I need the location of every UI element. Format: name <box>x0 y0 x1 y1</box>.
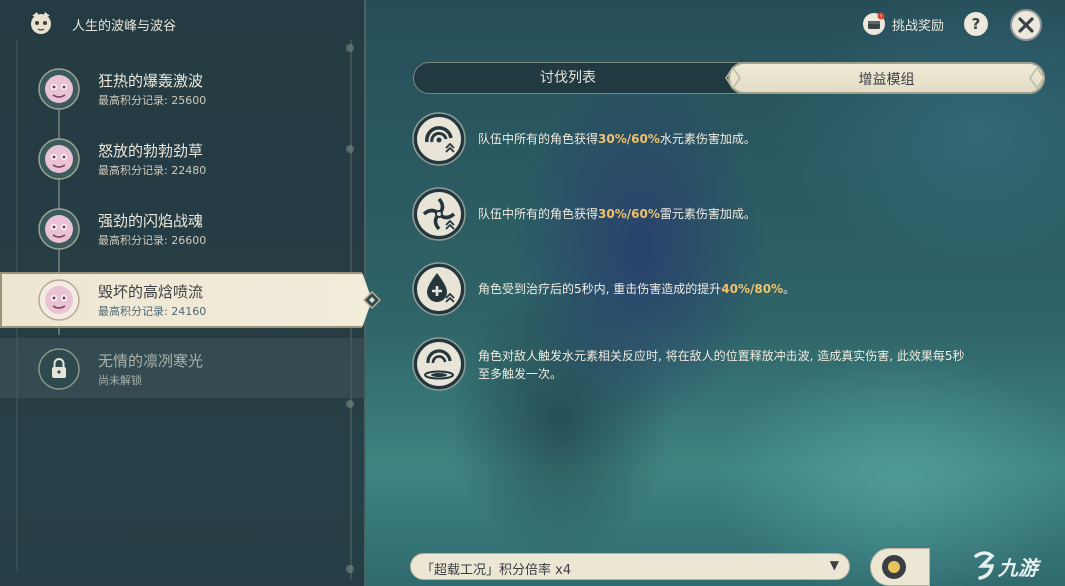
reward-chest-icon: ! <box>863 12 885 35</box>
rail-dot <box>346 565 354 573</box>
rail-dot <box>346 400 354 408</box>
challenge-reward-button[interactable]: ! 挑战奖励 <box>862 12 944 36</box>
multiplier-label: 「超载工况」积分倍率 x4 <box>421 563 572 578</box>
challenge-badge-icon <box>38 279 80 321</box>
buff-description: 角色受到治疗后的5秒内, 重击伤害造成的提升40%/80%。 <box>478 282 796 296</box>
score-multiplier-select[interactable]: 「超载工况」积分倍率 x4 ▼ <box>410 553 850 580</box>
buff-description: 队伍中所有的角色获得30%/60%水元素伤害加成。 <box>478 132 756 146</box>
help-button[interactable]: ? <box>964 12 988 36</box>
tab-ornament-icon <box>725 66 741 90</box>
challenge-item-selected[interactable]: 毁坏的高焓喷流 最高积分记录: 24160 <box>0 272 382 328</box>
challenge-name: 毁坏的高焓喷流 <box>98 283 204 301</box>
event-title: 人生的波峰与波谷 <box>72 19 177 34</box>
challenge-list-panel: 人生的波峰与波谷 狂热的爆轰激波 最高积分记录: 25600 怒放的勃勃劲草 最… <box>0 0 382 586</box>
challenge-badge-icon <box>38 68 80 110</box>
svg-text:!: ! <box>880 14 882 20</box>
hydro-wave-icon <box>412 112 466 166</box>
buff-value: 40%/80% <box>721 282 784 296</box>
selection-arrow-icon <box>362 290 382 310</box>
challenge-name: 强劲的闪焰战魂 <box>98 212 204 230</box>
buff-value: 30%/60% <box>598 132 660 146</box>
site-watermark: 九游 <box>972 548 1062 582</box>
lock-icon <box>38 348 80 390</box>
start-challenge-button[interactable] <box>870 548 930 586</box>
challenge-score: 最高积分记录: 24160 <box>98 305 207 318</box>
reward-label: 挑战奖励 <box>892 18 945 34</box>
challenge-item[interactable]: 狂热的爆轰激波 最高积分记录: 25600 <box>0 58 366 120</box>
challenge-item[interactable]: 强劲的闪焰战魂 最高积分记录: 26600 <box>0 198 366 260</box>
challenge-badge-icon <box>38 208 80 250</box>
challenge-lock-status: 尚未解锁 <box>98 374 142 387</box>
paimon-icon <box>31 12 51 34</box>
rail-dot <box>346 44 354 52</box>
start-icon <box>882 555 906 579</box>
watermark-text: 九游 <box>998 556 1038 580</box>
buff-description: 角色对敌人触发水元素相关反应时, 将在敌人的位置释放冲击波, 造成真实伤害, 此… <box>478 349 965 381</box>
shockwave-icon <box>412 337 466 391</box>
chevron-down-icon: ▼ <box>829 558 839 572</box>
challenge-badge-icon <box>38 138 80 180</box>
close-icon <box>1018 17 1034 33</box>
watermark-logo-icon <box>974 551 995 580</box>
challenge-score: 最高积分记录: 25600 <box>98 94 207 107</box>
buff-description: 队伍中所有的角色获得30%/60%雷元素伤害加成。 <box>478 207 756 221</box>
challenge-score: 最高积分记录: 22480 <box>98 164 207 177</box>
close-button[interactable] <box>1010 9 1042 41</box>
electro-swirl-icon <box>412 187 466 241</box>
healing-drop-icon <box>412 262 466 316</box>
challenge-score: 最高积分记录: 26600 <box>98 234 207 247</box>
buff-value: 30%/60% <box>598 207 660 221</box>
tab-ornament-icon <box>1029 66 1045 90</box>
challenge-name: 怒放的勃勃劲草 <box>98 142 204 160</box>
tab-hunt-list[interactable]: 讨伐列表 <box>413 62 723 94</box>
challenge-item-locked[interactable]: 无情的凛冽寒光 尚未解锁 <box>0 338 366 400</box>
tab-buff-modules[interactable]: 增益模组 <box>728 62 1045 94</box>
challenge-name: 狂热的爆轰激波 <box>98 72 204 90</box>
challenge-name: 无情的凛冽寒光 <box>98 352 204 370</box>
challenge-item[interactable]: 怒放的勃勃劲草 最高积分记录: 22480 <box>0 128 366 190</box>
